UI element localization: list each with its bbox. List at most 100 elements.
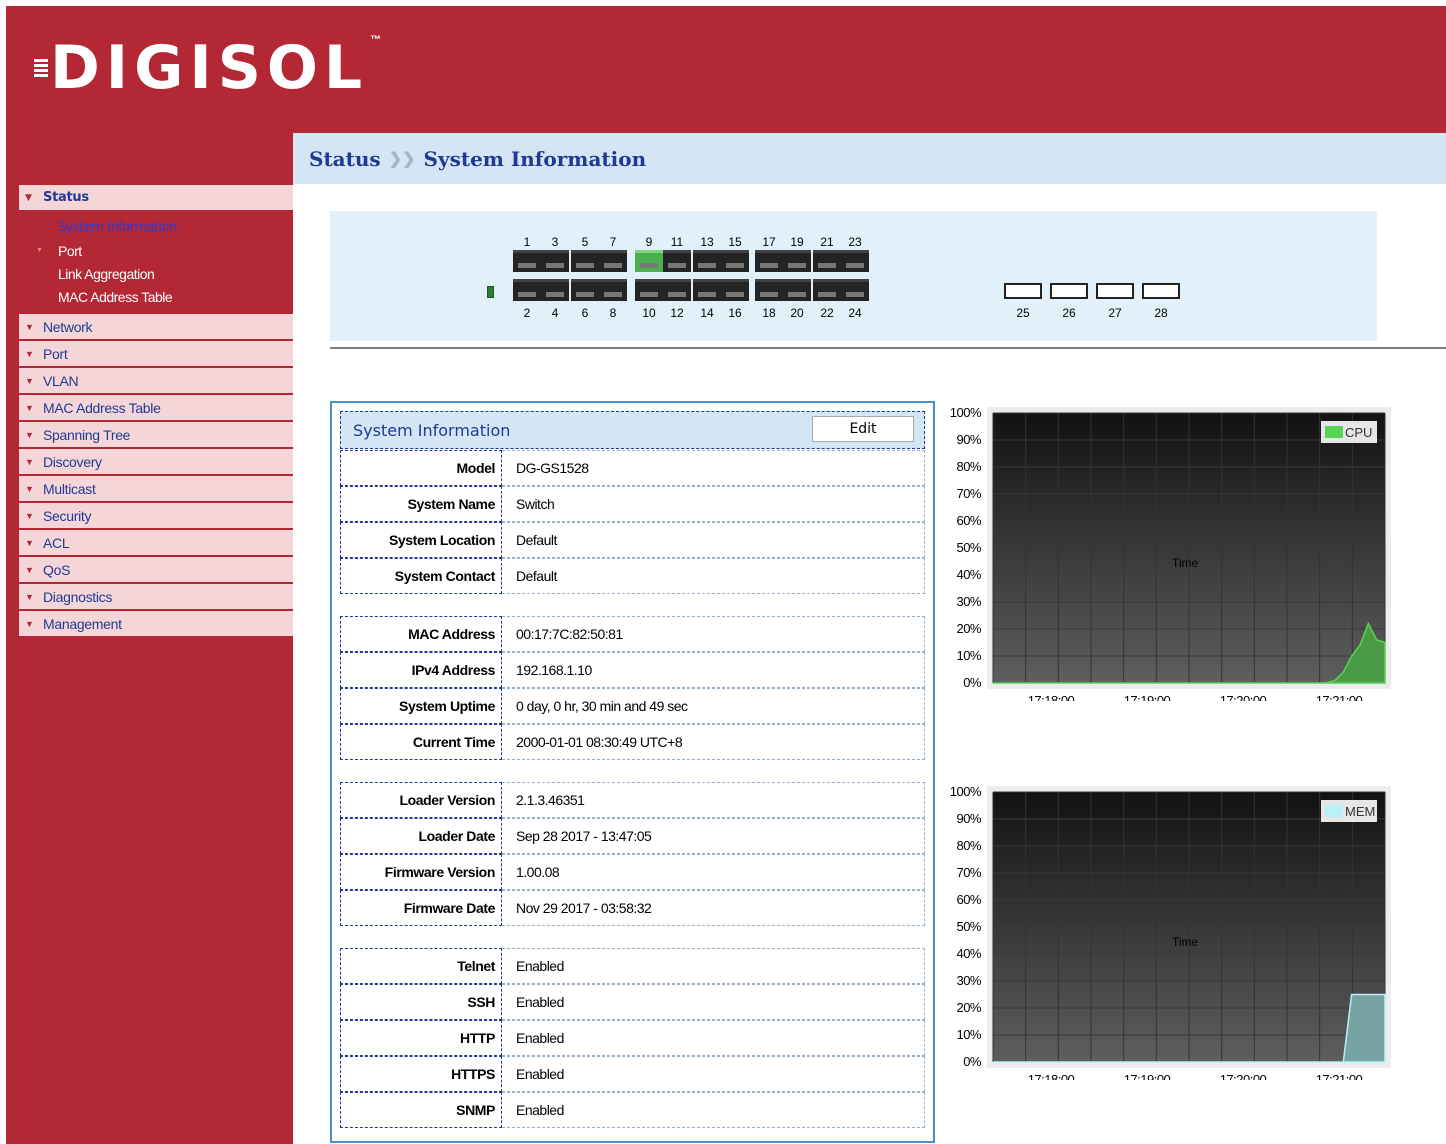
info-label: System Location bbox=[340, 522, 502, 558]
sidebar-item-system-information[interactable]: System Information bbox=[19, 216, 293, 239]
sidebar-group-spanning-tree[interactable]: ▼ Spanning Tree bbox=[19, 422, 293, 449]
port-number-label: 12 bbox=[670, 306, 684, 320]
ethernet-port-1[interactable] bbox=[513, 250, 541, 272]
chevron-down-icon: ▼ bbox=[25, 537, 34, 548]
ethernet-port-23[interactable] bbox=[841, 250, 869, 272]
ethernet-port-2[interactable] bbox=[513, 279, 541, 301]
info-label: IPv4 Address bbox=[340, 652, 502, 688]
sfp-port-27[interactable] bbox=[1096, 283, 1134, 299]
y-tick-label: 60% bbox=[956, 513, 981, 528]
ethernet-port-11[interactable] bbox=[663, 250, 691, 272]
sidebar-item-label: Link Aggregation bbox=[58, 265, 155, 282]
chevron-down-icon: ▼ bbox=[25, 375, 34, 386]
sidebar-group-multicast[interactable]: ▼ Multicast bbox=[19, 476, 293, 503]
ethernet-port-4[interactable] bbox=[541, 279, 569, 301]
sidebar-group-port[interactable]: ▼ Port bbox=[19, 341, 293, 368]
x-tick-label: 17:21:00 bbox=[1316, 1072, 1363, 1080]
chevron-down-icon: ▼ bbox=[25, 618, 34, 629]
y-tick-label: 90% bbox=[956, 432, 981, 447]
ethernet-port-15[interactable] bbox=[721, 250, 749, 272]
port-number-label: 7 bbox=[609, 235, 617, 249]
info-value: 0 day, 0 hr, 30 min and 49 sec bbox=[502, 688, 925, 724]
sidebar-item-port[interactable]: ▼ Port bbox=[19, 239, 293, 262]
info-row-https: HTTPS Enabled bbox=[340, 1056, 925, 1092]
sidebar-group-diagnostics[interactable]: ▼ Diagnostics bbox=[19, 584, 293, 611]
info-label: Loader Date bbox=[340, 818, 502, 854]
ethernet-port-21[interactable] bbox=[813, 250, 841, 272]
info-value: 2.1.3.46351 bbox=[502, 782, 925, 818]
breadcrumb-section[interactable]: Status bbox=[309, 147, 381, 171]
cpu-chart-svg: 100% 90% 80% 70% 60% 50% 40% 30% 20% 10% 0% 17:18:0… bbox=[950, 405, 1391, 701]
x-tick-label: 17:20:00 bbox=[1220, 693, 1267, 701]
ethernet-port-13[interactable] bbox=[693, 250, 721, 272]
sidebar-group-label: Diagnostics bbox=[43, 588, 113, 605]
ethernet-port-10[interactable] bbox=[635, 279, 663, 301]
sidebar-group-label: MAC Address Table bbox=[43, 399, 161, 416]
sidebar-group-discovery[interactable]: ▼ Discovery bbox=[19, 449, 293, 476]
info-row-snmp: SNMP Enabled bbox=[340, 1092, 925, 1128]
info-row-telnet: Telnet Enabled bbox=[340, 948, 925, 984]
ethernet-port-18[interactable] bbox=[755, 279, 783, 301]
sidebar-group-mac-address-table[interactable]: ▼ MAC Address Table bbox=[19, 395, 293, 422]
sfp-port-28[interactable] bbox=[1142, 283, 1180, 299]
ethernet-port-5[interactable] bbox=[571, 250, 599, 272]
port-number-label: 14 bbox=[700, 306, 714, 320]
port-number-label: 17 bbox=[762, 235, 776, 249]
sidebar-group-network[interactable]: ▼ Network bbox=[19, 314, 293, 341]
info-row-loader-version: Loader Version 2.1.3.46351 bbox=[340, 782, 925, 818]
info-label: Model bbox=[340, 450, 502, 486]
system-info-title: System Information bbox=[353, 420, 511, 440]
port-number-label: 15 bbox=[728, 235, 742, 249]
y-tick-label: 30% bbox=[956, 973, 981, 988]
info-row-ipv4-address: IPv4 Address 192.168.1.10 bbox=[340, 652, 925, 688]
ethernet-port-20[interactable] bbox=[783, 279, 811, 301]
sidebar-group-qos[interactable]: ▼ QoS bbox=[19, 557, 293, 584]
ethernet-port-19[interactable] bbox=[783, 250, 811, 272]
chevron-down-icon: ▼ bbox=[25, 192, 32, 203]
sidebar-group-vlan[interactable]: ▼ VLAN bbox=[19, 368, 293, 395]
bullet-icon: ▼ bbox=[36, 247, 43, 254]
sidebar-group-label: Port bbox=[43, 345, 68, 362]
sfp-port-25[interactable] bbox=[1004, 283, 1042, 299]
sidebar-group-label: VLAN bbox=[43, 372, 79, 389]
port-number-label: 9 bbox=[645, 235, 653, 249]
sidebar-group-status[interactable]: ▼ Status bbox=[19, 185, 293, 212]
port-number-label: 24 bbox=[848, 306, 862, 320]
sidebar-item-mac-address-table[interactable]: MAC Address Table bbox=[19, 285, 293, 308]
chevron-down-icon: ▼ bbox=[25, 348, 34, 359]
port-number-label: 11 bbox=[670, 235, 684, 249]
port-number-label: 20 bbox=[790, 306, 804, 320]
breadcrumb-separator-icon: ❯❯ bbox=[388, 149, 416, 168]
sidebar-group-acl[interactable]: ▼ ACL bbox=[19, 530, 293, 557]
sidebar-group-management[interactable]: ▼ Management bbox=[19, 611, 293, 638]
ethernet-port-12[interactable] bbox=[663, 279, 691, 301]
ethernet-port-17[interactable] bbox=[755, 250, 783, 272]
ethernet-port-16[interactable] bbox=[721, 279, 749, 301]
y-tick-label: 10% bbox=[956, 1027, 981, 1042]
ethernet-port-9[interactable] bbox=[635, 250, 663, 272]
info-label: Firmware Date bbox=[340, 890, 502, 926]
x-tick-label: 17:18:00 bbox=[1028, 693, 1075, 701]
sfp-port-26[interactable] bbox=[1050, 283, 1088, 299]
sidebar-group-label: Management bbox=[43, 615, 122, 632]
info-label: System Name bbox=[340, 486, 502, 522]
ethernet-port-8[interactable] bbox=[599, 279, 627, 301]
ethernet-port-3[interactable] bbox=[541, 250, 569, 272]
ethernet-port-7[interactable] bbox=[599, 250, 627, 272]
y-tick-label: 20% bbox=[956, 621, 981, 636]
sidebar-group-label: ACL bbox=[43, 534, 70, 551]
sidebar-group-label: Discovery bbox=[43, 453, 102, 470]
ethernet-port-24[interactable] bbox=[841, 279, 869, 301]
sidebar-group-security[interactable]: ▼ Security bbox=[19, 503, 293, 530]
header-bar: DIGISOL ™ bbox=[6, 6, 1446, 134]
system-info-panel: System Information Edit Model DG-GS1528 Sy… bbox=[330, 401, 935, 1143]
ethernet-port-6[interactable] bbox=[571, 279, 599, 301]
chevron-down-icon: ▼ bbox=[25, 483, 34, 494]
ethernet-port-14[interactable] bbox=[693, 279, 721, 301]
edit-button[interactable]: Edit bbox=[812, 416, 914, 442]
sidebar-item-link-aggregation[interactable]: Link Aggregation bbox=[19, 262, 293, 285]
ethernet-port-22[interactable] bbox=[813, 279, 841, 301]
chevron-down-icon: ▼ bbox=[25, 564, 34, 575]
sidebar-group-label: Status bbox=[43, 190, 89, 205]
y-tick-label: 0% bbox=[963, 675, 982, 690]
